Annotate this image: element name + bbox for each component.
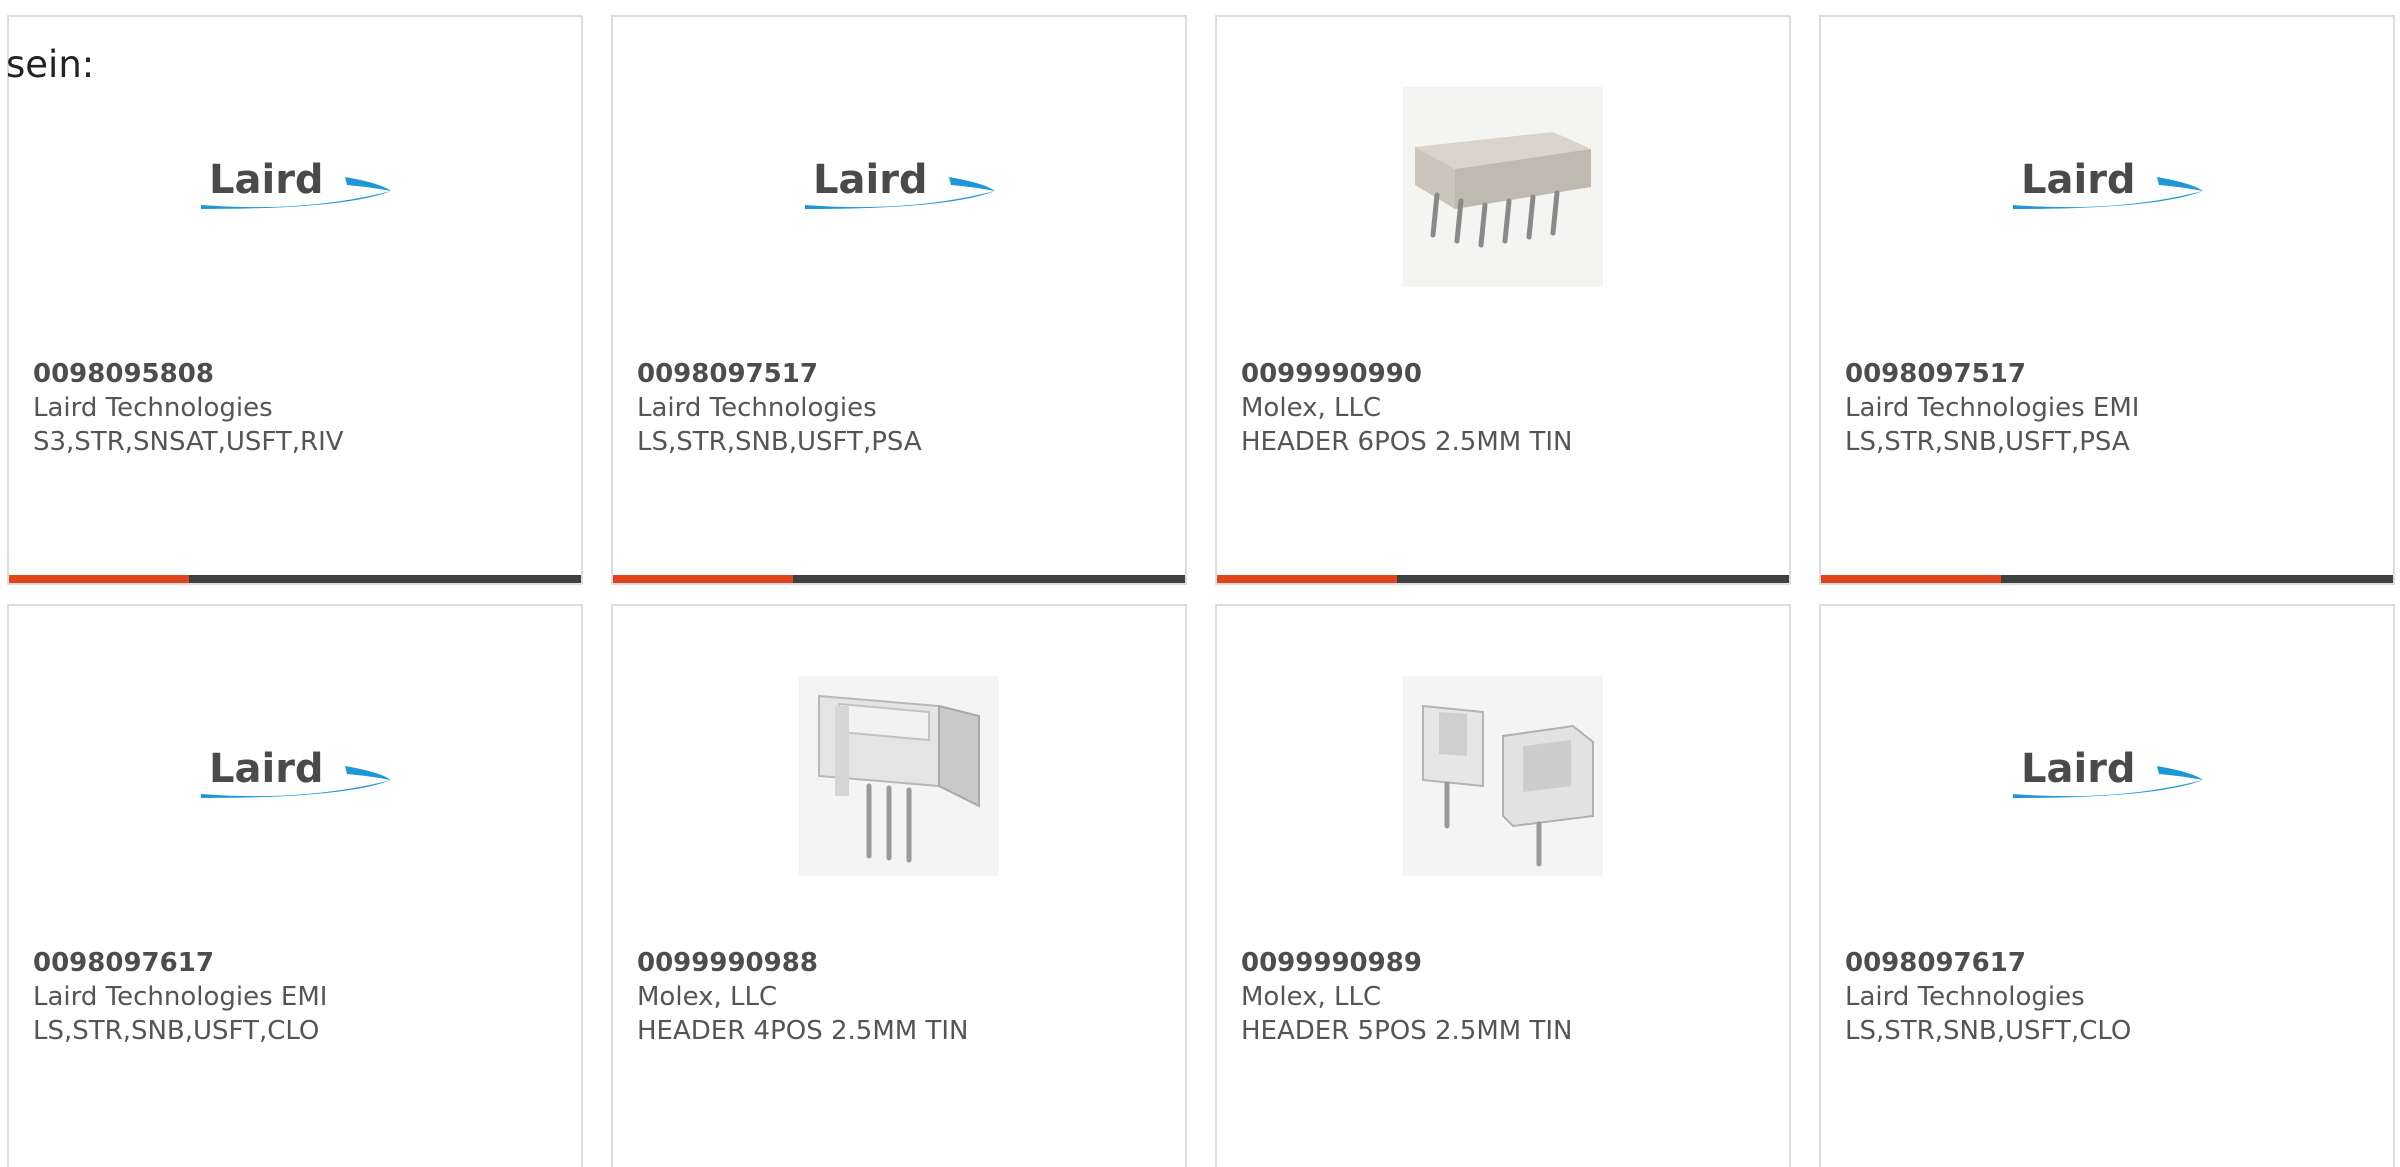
product-info: 0099990990 Molex, LLC HEADER 6POS 2.5MM … bbox=[1241, 357, 1769, 459]
card-accent-bar bbox=[1217, 575, 1789, 583]
logo-text: Laird bbox=[2021, 746, 2136, 792]
product-grid-page: sein: Laird 0098095808 Laird Technologie… bbox=[0, 0, 2400, 1167]
logo-text: Laird bbox=[2021, 157, 2136, 203]
product-card[interactable]: 0099990990 Molex, LLC HEADER 6POS 2.5MM … bbox=[1215, 15, 1791, 585]
description: HEADER 5POS 2.5MM TIN bbox=[1241, 1016, 1573, 1046]
manufacturer: Molex, LLC bbox=[1241, 982, 1382, 1012]
part-number[interactable]: 0098097517 bbox=[1845, 357, 2373, 391]
product-grid: Laird 0098095808 Laird Technologies S3,S… bbox=[7, 15, 2400, 1167]
accent-bar-fill bbox=[9, 575, 190, 583]
description: HEADER 4POS 2.5MM TIN bbox=[637, 1016, 969, 1046]
manufacturer: Laird Technologies bbox=[637, 393, 877, 423]
part-number[interactable]: 0098097517 bbox=[637, 357, 1165, 391]
description: LS,STR,SNB,USFT,PSA bbox=[1845, 427, 2130, 457]
header-connector-icon bbox=[1403, 676, 1603, 876]
manufacturer: Laird Technologies EMI bbox=[33, 982, 328, 1012]
product-card[interactable]: Laird 0098095808 Laird Technologies S3,S… bbox=[7, 15, 583, 585]
laird-logo-icon: Laird bbox=[201, 746, 391, 798]
product-card[interactable]: 0099990988 Molex, LLC HEADER 4POS 2.5MM … bbox=[611, 604, 1187, 1167]
product-card[interactable]: Laird 0098097617 Laird Technologies LS,S… bbox=[1819, 604, 2395, 1167]
accent-bar-fill bbox=[613, 575, 794, 583]
description: LS,STR,SNB,USFT,CLO bbox=[33, 1016, 320, 1046]
product-info: 0098097517 Laird Technologies LS,STR,SNB… bbox=[637, 357, 1165, 459]
card-accent-bar bbox=[9, 575, 581, 583]
part-number[interactable]: 0098097617 bbox=[33, 946, 561, 980]
product-image[interactable]: Laird bbox=[799, 87, 999, 287]
product-card[interactable]: 0099990989 Molex, LLC HEADER 5POS 2.5MM … bbox=[1215, 604, 1791, 1167]
header-connector-icon bbox=[799, 676, 999, 876]
card-accent-bar bbox=[613, 575, 1185, 583]
logo-text: Laird bbox=[209, 157, 324, 203]
part-number[interactable]: 0098095808 bbox=[33, 357, 561, 391]
accent-bar-fill bbox=[1821, 575, 2002, 583]
product-image[interactable]: Laird bbox=[195, 676, 395, 876]
product-image[interactable]: Laird bbox=[2007, 87, 2207, 287]
part-number[interactable]: 0099990989 bbox=[1241, 946, 1769, 980]
manufacturer: Molex, LLC bbox=[637, 982, 778, 1012]
description: LS,STR,SNB,USFT,PSA bbox=[637, 427, 922, 457]
accent-bar-fill bbox=[1217, 575, 1398, 583]
product-image[interactable]: Laird bbox=[195, 87, 395, 287]
logo-text: Laird bbox=[209, 746, 324, 792]
description: S3,STR,SNSAT,USFT,RIV bbox=[33, 427, 344, 457]
part-number[interactable]: 0099990990 bbox=[1241, 357, 1769, 391]
product-image[interactable] bbox=[1403, 676, 1603, 876]
lead-text: sein: bbox=[6, 43, 95, 86]
laird-logo-icon: Laird bbox=[805, 157, 995, 209]
laird-logo-icon: Laird bbox=[2013, 746, 2203, 798]
header-connector-icon bbox=[1403, 87, 1603, 287]
product-info: 0098097517 Laird Technologies EMI LS,STR… bbox=[1845, 357, 2373, 459]
product-card[interactable]: Laird 0098097517 Laird Technologies LS,S… bbox=[611, 15, 1187, 585]
manufacturer: Molex, LLC bbox=[1241, 393, 1382, 423]
product-card[interactable]: Laird 0098097517 Laird Technologies EMI … bbox=[1819, 15, 2395, 585]
part-number[interactable]: 0098097617 bbox=[1845, 946, 2373, 980]
laird-logo-icon: Laird bbox=[2013, 157, 2203, 209]
product-info: 0098097617 Laird Technologies EMI LS,STR… bbox=[33, 946, 561, 1048]
card-accent-bar bbox=[1821, 575, 2393, 583]
product-image[interactable] bbox=[1403, 87, 1603, 287]
product-info: 0098097617 Laird Technologies LS,STR,SNB… bbox=[1845, 946, 2373, 1048]
product-info: 0098095808 Laird Technologies S3,STR,SNS… bbox=[33, 357, 561, 459]
logo-text: Laird bbox=[813, 157, 928, 203]
product-image[interactable] bbox=[799, 676, 999, 876]
description: HEADER 6POS 2.5MM TIN bbox=[1241, 427, 1573, 457]
manufacturer: Laird Technologies EMI bbox=[1845, 393, 2140, 423]
laird-logo-icon: Laird bbox=[201, 157, 391, 209]
part-number[interactable]: 0099990988 bbox=[637, 946, 1165, 980]
manufacturer: Laird Technologies bbox=[33, 393, 273, 423]
product-info: 0099990988 Molex, LLC HEADER 4POS 2.5MM … bbox=[637, 946, 1165, 1048]
product-card[interactable]: Laird 0098097617 Laird Technologies EMI … bbox=[7, 604, 583, 1167]
product-info: 0099990989 Molex, LLC HEADER 5POS 2.5MM … bbox=[1241, 946, 1769, 1048]
manufacturer: Laird Technologies bbox=[1845, 982, 2085, 1012]
description: LS,STR,SNB,USFT,CLO bbox=[1845, 1016, 2132, 1046]
product-image[interactable]: Laird bbox=[2007, 676, 2207, 876]
